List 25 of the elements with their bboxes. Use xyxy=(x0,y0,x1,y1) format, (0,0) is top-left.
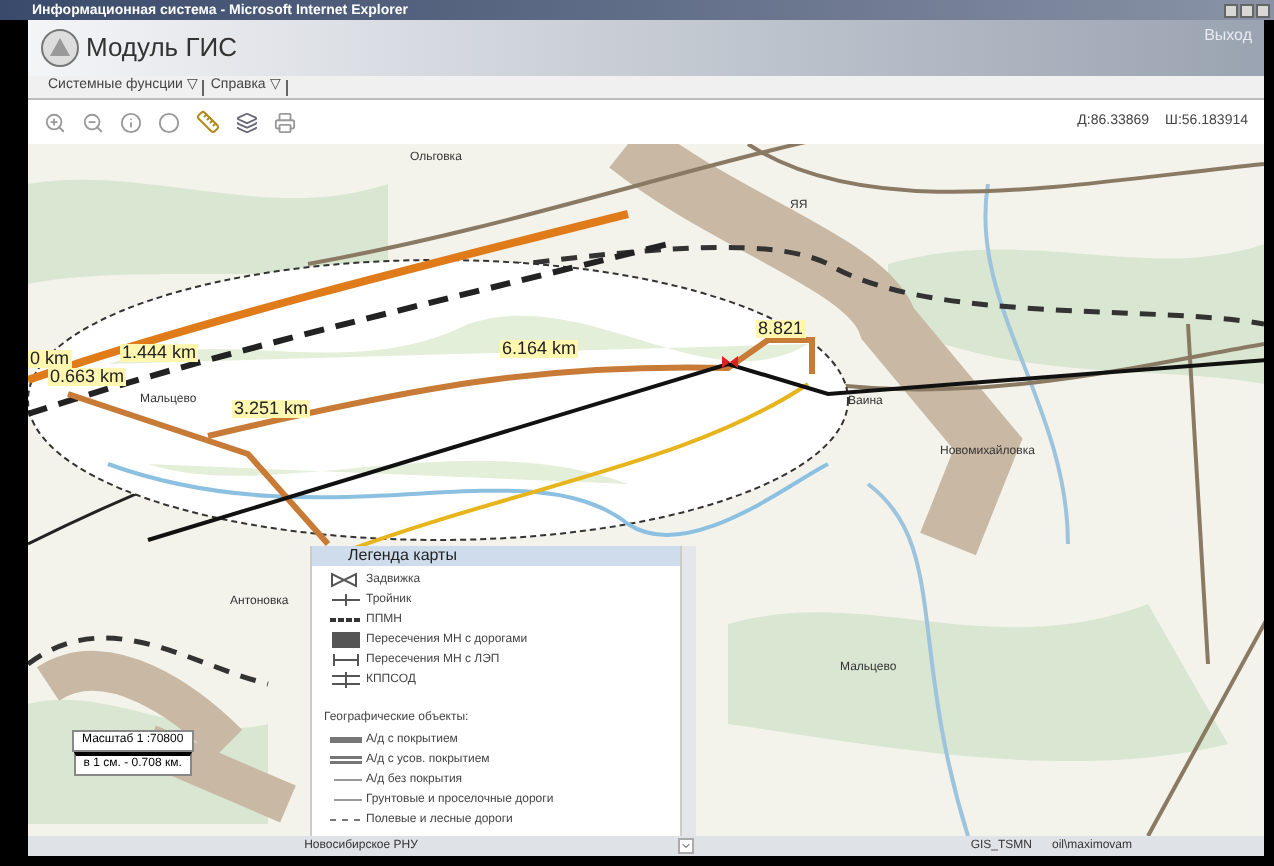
app-title: Модуль ГИС xyxy=(86,30,237,67)
dropdown-icon[interactable] xyxy=(678,838,694,854)
circle-icon[interactable] xyxy=(158,111,180,133)
distance-label: 0.663 km xyxy=(48,368,127,386)
road-line-icon xyxy=(328,732,364,748)
print-icon[interactable] xyxy=(274,111,296,133)
distance-label: 0 km xyxy=(28,350,72,368)
distance-label: 8.821 xyxy=(756,320,806,338)
tee-icon xyxy=(328,592,364,608)
logo-icon xyxy=(40,28,80,68)
pylon-icon xyxy=(328,652,364,668)
scrollbar[interactable] xyxy=(680,546,696,836)
ruler-icon[interactable] xyxy=(196,110,220,134)
zoom-out-icon[interactable] xyxy=(82,111,104,133)
info-icon[interactable] xyxy=(120,111,142,133)
layers-icon[interactable] xyxy=(236,111,258,133)
distance-label: 3.251 km xyxy=(232,400,311,418)
distance-label: 1.444 km xyxy=(120,344,199,362)
zoom-in-icon[interactable] xyxy=(44,111,66,133)
distance-label: 6.164 km xyxy=(500,340,579,358)
station-icon xyxy=(328,672,364,688)
legend-title: Легенда карты xyxy=(312,546,680,566)
road-line-icon xyxy=(328,752,364,768)
dash-line-icon xyxy=(328,612,364,628)
hatch-icon xyxy=(328,632,364,648)
